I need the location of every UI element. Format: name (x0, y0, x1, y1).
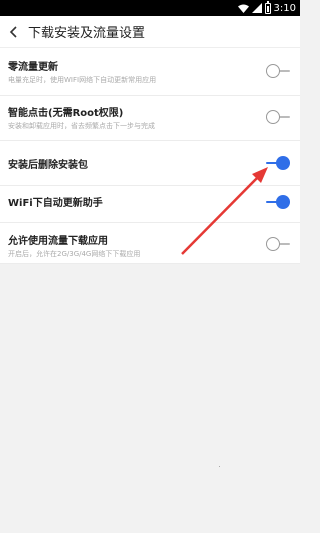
page-title: 下载安装及流量设置 (28, 26, 146, 41)
setting-label: 智能点击(无需Root权限) (8, 108, 124, 119)
status-bar: 3:10 (0, 0, 300, 16)
toggle-switch[interactable] (266, 237, 290, 251)
signal-icon (251, 3, 262, 13)
setting-label: 允许使用流量下载应用 (8, 236, 108, 247)
setting-description: 开启后，允许在2G/3G/4G网络下下载应用 (8, 250, 141, 258)
setting-description: 安装和卸载应用时，省去频繁点击下一步与完成 (8, 122, 155, 130)
setting-description: 电量充足时，使用WIFI网络下自动更新常用应用 (8, 76, 157, 84)
setting-label: 零流量更新 (8, 62, 58, 73)
settings-list: 零流量更新 电量充足时，使用WIFI网络下自动更新常用应用 智能点击(无需Roo… (0, 48, 300, 264)
setting-delete-package-after-install[interactable]: 安装后删除安装包 (0, 141, 300, 186)
toggle-switch[interactable] (266, 156, 290, 170)
app-bar: 下载安装及流量设置 (0, 16, 300, 48)
setting-label: WiFi下自动更新助手 (8, 198, 103, 209)
toggle-switch[interactable] (266, 64, 290, 78)
setting-zero-traffic-update[interactable]: 零流量更新 电量充足时，使用WIFI网络下自动更新常用应用 (0, 48, 300, 96)
back-button[interactable] (0, 16, 28, 48)
setting-wifi-auto-update-assistant[interactable]: WiFi下自动更新助手 (0, 186, 300, 223)
status-time: 3:10 (273, 2, 296, 14)
back-arrow-icon (9, 25, 17, 38)
setting-allow-mobile-data-download[interactable]: 允许使用流量下载应用 开启后，允许在2G/3G/4G网络下下载应用 (0, 223, 300, 264)
battery-icon (264, 0, 271, 14)
toggle-switch[interactable] (266, 110, 290, 124)
setting-label: 安装后删除安装包 (8, 160, 88, 171)
wifi-icon (237, 4, 249, 13)
toggle-switch[interactable] (266, 195, 290, 209)
setting-smart-click[interactable]: 智能点击(无需Root权限) 安装和卸载应用时，省去频繁点击下一步与完成 (0, 96, 300, 141)
speck (219, 466, 220, 467)
